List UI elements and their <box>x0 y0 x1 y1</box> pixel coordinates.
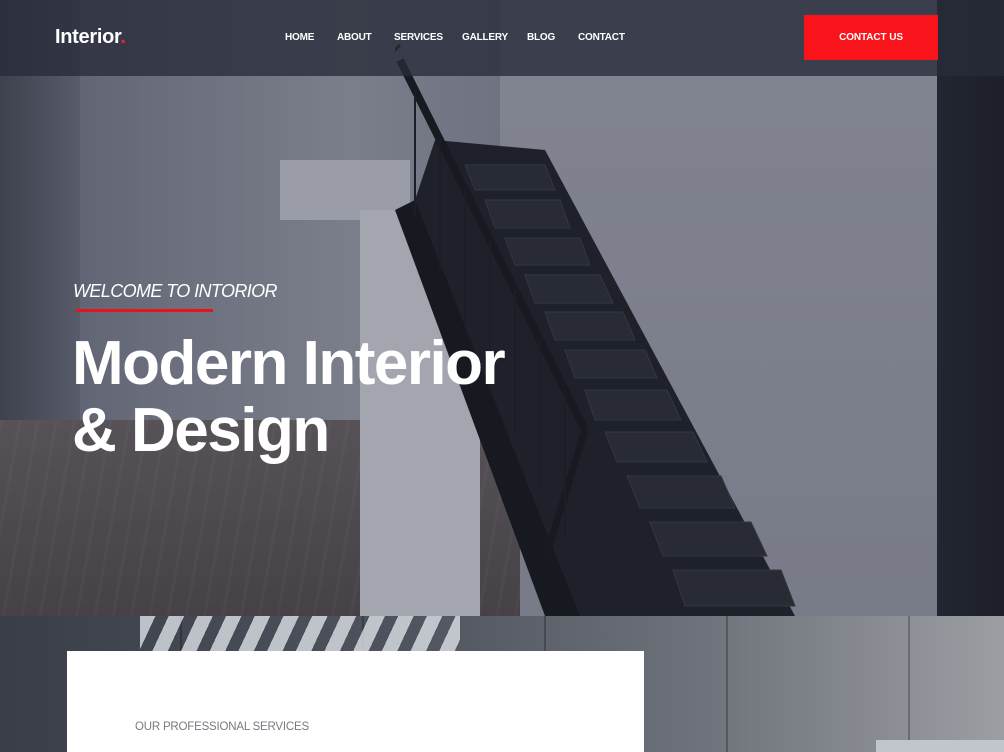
nav-item-blog[interactable]: BLOG <box>527 32 555 43</box>
services-card: OUR PROFESSIONAL SERVICES <box>67 651 644 752</box>
hero-welcome-underline <box>76 309 213 312</box>
top-navbar: Interior. HOME ABOUT SERVICES GALLERY BL… <box>0 0 1004 76</box>
hero-headline: Modern Interior & Design <box>72 329 506 465</box>
hero-dark-overlay <box>0 0 1004 616</box>
hero-section <box>0 0 1004 616</box>
hero-welcome-text: WELCOME TO INTORIOR <box>73 281 278 301</box>
hero-headline-line-1: Modern Interior <box>72 329 506 398</box>
page: Interior. HOME ABOUT SERVICES GALLERY BL… <box>0 0 1004 752</box>
brand-dot: . <box>120 26 126 48</box>
services-bg-corner-block <box>876 740 1004 752</box>
services-bg-light-pattern <box>140 616 460 656</box>
nav-item-contact[interactable]: CONTACT <box>578 32 625 43</box>
brand-logo[interactable]: Interior. <box>55 26 126 49</box>
nav-item-services[interactable]: SERVICES <box>394 32 443 43</box>
contact-us-button[interactable]: CONTACT US <box>804 15 938 60</box>
hero-headline-line-2: & Design <box>72 396 330 465</box>
nav-item-about[interactable]: ABOUT <box>337 32 372 43</box>
services-eyebrow: OUR PROFESSIONAL SERVICES <box>135 721 309 733</box>
nav-item-home[interactable]: HOME <box>285 32 314 43</box>
nav-item-gallery[interactable]: GALLERY <box>462 32 508 43</box>
brand-name: Interior <box>55 26 121 48</box>
